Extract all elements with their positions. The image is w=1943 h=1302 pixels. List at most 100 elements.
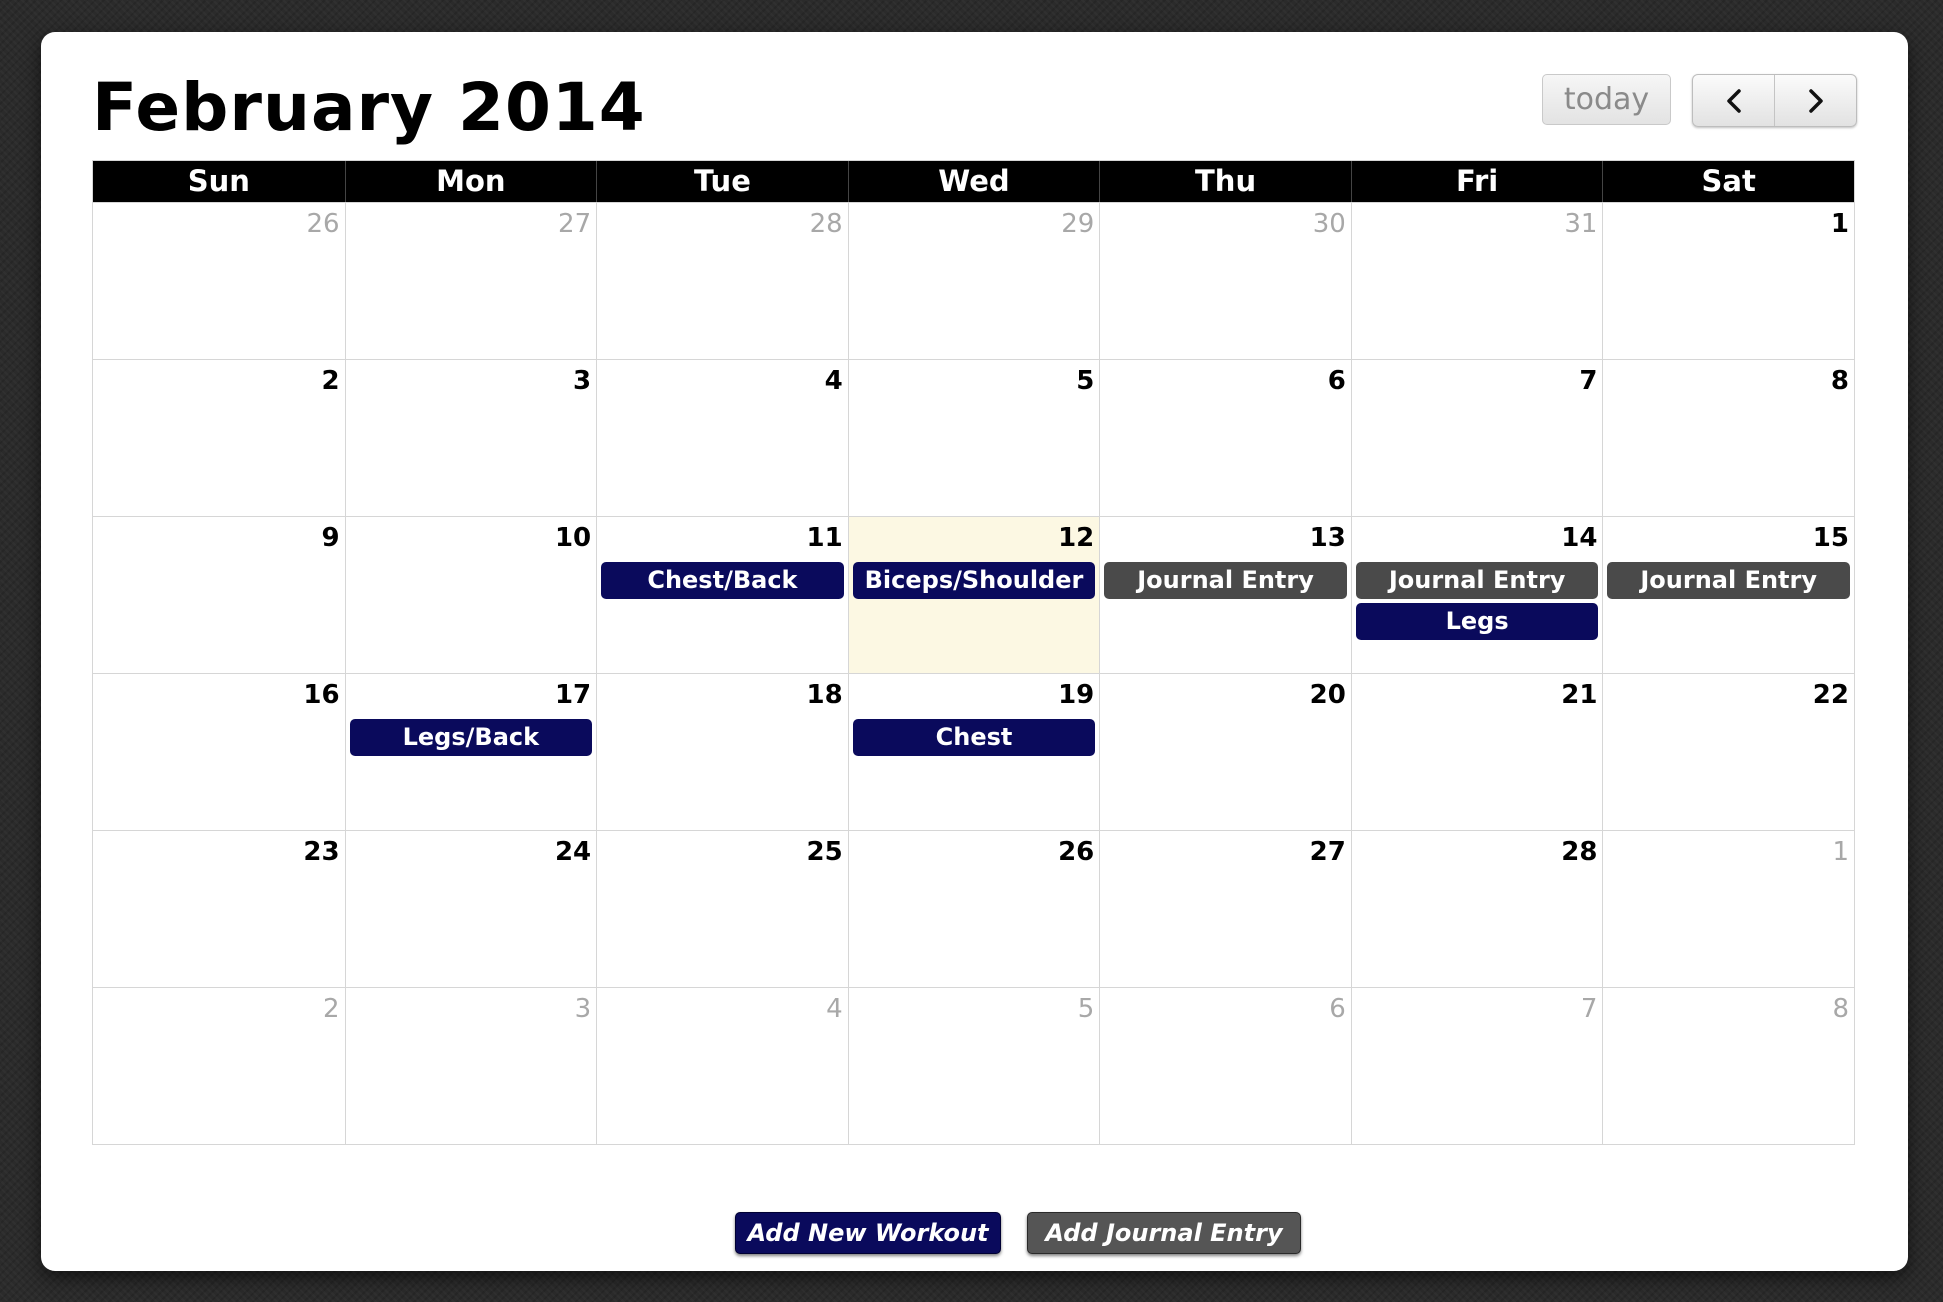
weekday-sun: Sun xyxy=(187,164,250,198)
day-number: 30 xyxy=(1312,209,1346,239)
workout-event[interactable]: Chest xyxy=(852,719,1096,756)
day-events: Journal Entry Legs xyxy=(1355,562,1599,644)
weekday-tue: Tue xyxy=(596,161,848,202)
day-events: Chest xyxy=(852,719,1096,760)
journal-event[interactable]: Journal Entry xyxy=(1607,562,1850,599)
day-cell[interactable]: 6 xyxy=(1099,360,1351,516)
day-cell[interactable]: 22 xyxy=(1602,674,1854,830)
day-number: 10 xyxy=(554,523,592,553)
day-number: 6 xyxy=(1327,366,1346,396)
day-cell[interactable]: 7 xyxy=(1350,360,1603,516)
day-cell-today[interactable]: 12 Biceps/Shoulder xyxy=(847,517,1100,673)
day-number: 2 xyxy=(323,994,340,1024)
day-number: 5 xyxy=(1076,366,1095,396)
day-number: 26 xyxy=(306,209,340,239)
day-cell[interactable]: 24 xyxy=(344,831,597,987)
day-cell[interactable]: 5 xyxy=(847,988,1100,1144)
day-number: 27 xyxy=(558,209,592,239)
workout-event[interactable]: Chest/Back xyxy=(601,562,844,599)
today-button[interactable]: today xyxy=(1542,74,1671,125)
weekday-mon: Mon xyxy=(344,161,597,202)
day-number: 14 xyxy=(1561,523,1598,553)
day-cell[interactable]: 28 xyxy=(1350,831,1603,987)
day-cell[interactable]: 27 xyxy=(344,203,597,359)
day-cell[interactable]: 10 xyxy=(344,517,597,673)
day-cell[interactable]: 14 Journal Entry Legs xyxy=(1350,517,1603,673)
add-journal-entry-button[interactable]: Add Journal Entry xyxy=(1027,1212,1301,1254)
day-number: 26 xyxy=(1058,837,1095,867)
day-cell[interactable]: 13 Journal Entry xyxy=(1099,517,1351,673)
day-cell[interactable]: 9 xyxy=(93,517,345,673)
workout-event[interactable]: Biceps/Shoulder xyxy=(852,562,1096,599)
day-cell[interactable]: 28 xyxy=(596,203,848,359)
day-number: 9 xyxy=(321,523,340,553)
day-cell[interactable]: 15 Journal Entry xyxy=(1602,517,1854,673)
day-cell[interactable]: 16 xyxy=(93,674,345,830)
day-number: 1 xyxy=(1832,837,1849,867)
day-cell[interactable]: 21 xyxy=(1350,674,1603,830)
day-cell[interactable]: 4 xyxy=(596,988,848,1144)
day-cell[interactable]: 29 xyxy=(847,203,1100,359)
journal-event[interactable]: Journal Entry xyxy=(1355,562,1599,599)
journal-event[interactable]: Journal Entry xyxy=(1104,562,1347,599)
day-number: 8 xyxy=(1832,994,1849,1024)
day-cell[interactable]: 11 Chest/Back xyxy=(596,517,848,673)
day-number: 25 xyxy=(806,837,843,867)
day-cell[interactable]: 4 xyxy=(596,360,848,516)
day-events: Chest/Back xyxy=(601,562,844,603)
day-number: 7 xyxy=(1579,366,1598,396)
day-cell[interactable]: 17 Legs/Back xyxy=(344,674,597,830)
week-row: 16 17 Legs/Back 18 19 Chest 20 21 22 xyxy=(93,673,1854,830)
chevron-left-icon xyxy=(1726,88,1741,113)
prev-month-button[interactable] xyxy=(1693,75,1774,126)
day-number: 23 xyxy=(303,837,340,867)
day-number: 18 xyxy=(806,680,843,710)
day-number: 4 xyxy=(824,366,843,396)
day-cell[interactable]: 26 xyxy=(93,203,345,359)
day-cell[interactable]: 19 Chest xyxy=(847,674,1100,830)
day-number: 27 xyxy=(1309,837,1346,867)
calendar-panel: February 2014 today Sun Mon Tue Wed Thu … xyxy=(41,32,1908,1271)
day-cell[interactable]: 1 xyxy=(1602,831,1854,987)
day-cell[interactable]: 1 xyxy=(1602,203,1854,359)
week-row: 9 10 11 Chest/Back 12 Biceps/Shoulder 13 Journa… xyxy=(93,516,1854,673)
day-number: 7 xyxy=(1580,994,1598,1024)
day-cell[interactable]: 23 xyxy=(93,831,345,987)
day-cell[interactable]: 8 xyxy=(1602,360,1854,516)
workout-event[interactable]: Legs/Back xyxy=(349,719,593,756)
day-events: Biceps/Shoulder xyxy=(852,562,1096,603)
week-row: 2 3 4 5 6 7 8 xyxy=(93,987,1854,1144)
day-cell[interactable]: 8 xyxy=(1602,988,1854,1144)
day-cell[interactable]: 6 xyxy=(1099,988,1351,1144)
day-cell[interactable]: 30 xyxy=(1099,203,1351,359)
day-cell[interactable]: 26 xyxy=(847,831,1100,987)
day-cell[interactable]: 7 xyxy=(1350,988,1603,1144)
next-month-button[interactable] xyxy=(1774,75,1856,126)
add-workout-button[interactable]: Add New Workout xyxy=(735,1212,1001,1254)
day-number: 12 xyxy=(1058,523,1095,553)
day-cell[interactable]: 27 xyxy=(1099,831,1351,987)
day-cell[interactable]: 2 xyxy=(93,988,345,1144)
day-cell[interactable]: 20 xyxy=(1099,674,1351,830)
weekday-sat: Sat xyxy=(1602,161,1854,202)
day-number: 4 xyxy=(826,994,843,1024)
day-number: 11 xyxy=(806,523,843,553)
day-number: 21 xyxy=(1561,680,1598,710)
day-number: 28 xyxy=(1561,837,1598,867)
weekday-thu: Thu xyxy=(1099,161,1351,202)
day-cell[interactable]: 3 xyxy=(344,988,597,1144)
day-number: 2 xyxy=(321,366,340,396)
month-nav-group xyxy=(1692,74,1857,127)
workout-event[interactable]: Legs xyxy=(1355,603,1599,640)
day-cell[interactable]: 31 xyxy=(1350,203,1603,359)
day-cell[interactable]: 25 xyxy=(596,831,848,987)
weekday-wed: Wed xyxy=(847,161,1100,202)
day-cell[interactable]: 2 xyxy=(93,360,345,516)
day-number: 22 xyxy=(1812,680,1849,710)
day-cell[interactable]: 5 xyxy=(847,360,1100,516)
day-number: 16 xyxy=(303,680,340,710)
day-cell[interactable]: 3 xyxy=(344,360,597,516)
weekday-fri: Fri xyxy=(1350,161,1603,202)
day-cell[interactable]: 18 xyxy=(596,674,848,830)
day-number: 13 xyxy=(1309,523,1346,553)
